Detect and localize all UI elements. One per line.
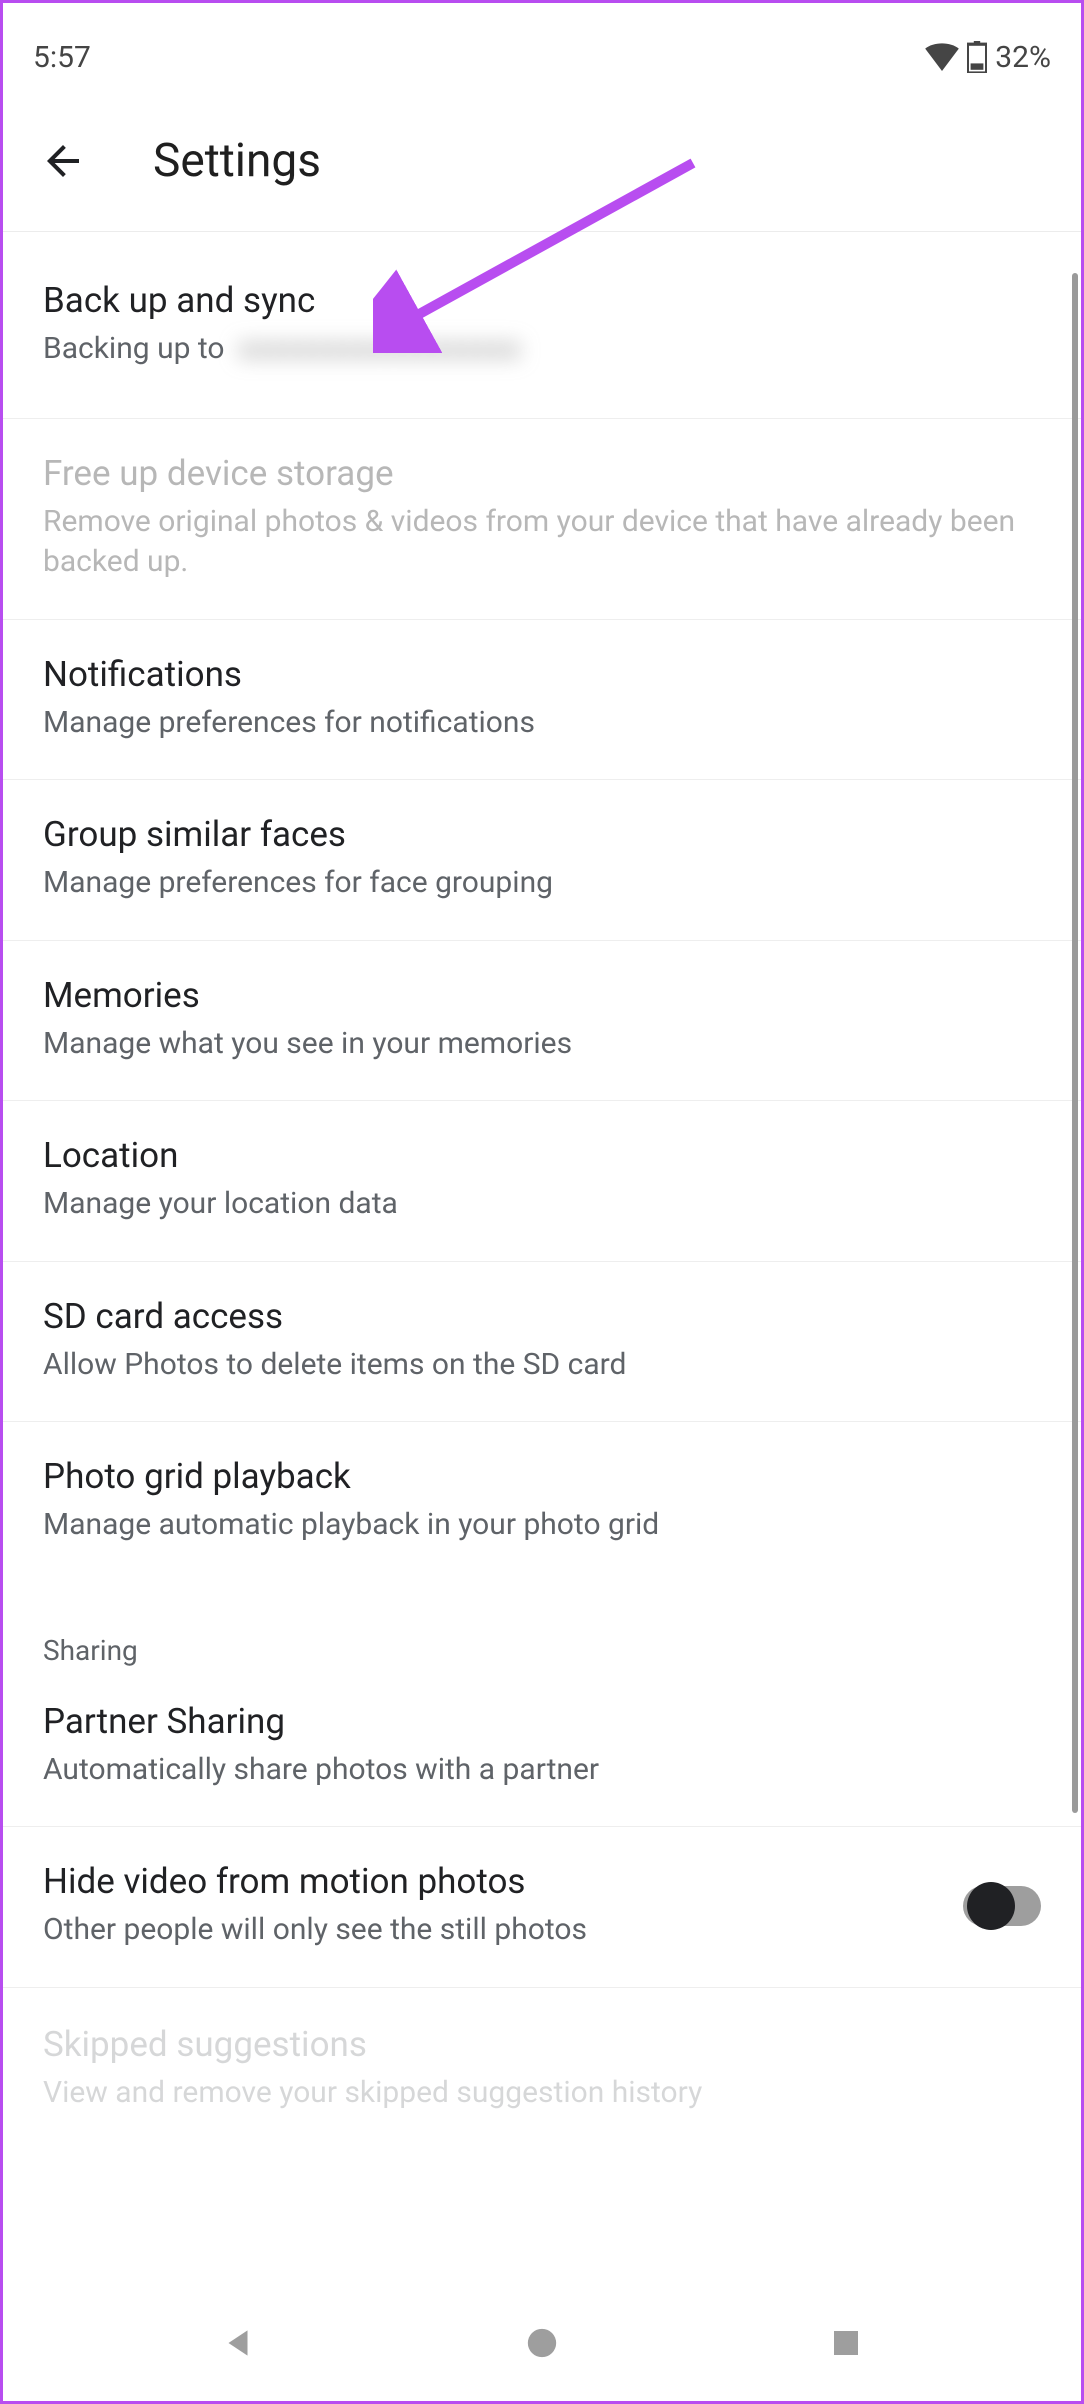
square-recents-icon — [830, 2327, 862, 2359]
circle-home-icon — [525, 2326, 559, 2360]
notifications-title: Notifications — [43, 654, 1041, 695]
hide-video-sub: Other people will only see the still pho… — [43, 1910, 933, 1951]
status-time: 5:57 — [33, 40, 91, 75]
free-up-title: Free up device storage — [43, 453, 1041, 494]
account-blurred: xxxxxxxxxxxxxxxxxxx — [238, 329, 521, 370]
partner-title: Partner Sharing — [43, 1701, 1041, 1742]
app-bar: Settings — [3, 113, 1081, 232]
notifications-item[interactable]: Notifications Manage preferences for not… — [3, 620, 1081, 781]
memories-item[interactable]: Memories Manage what you see in your mem… — [3, 941, 1081, 1102]
backup-title: Back up and sync — [43, 280, 1041, 321]
hide-video-title: Hide video from motion photos — [43, 1861, 933, 1902]
status-bar: 5:57 32% — [3, 3, 1081, 93]
skipped-sub: View and remove your skipped suggestion … — [43, 2073, 1041, 2114]
memories-title: Memories — [43, 975, 1041, 1016]
back-button[interactable] — [33, 131, 93, 191]
free-up-storage-item[interactable]: Free up device storage Remove original p… — [3, 419, 1081, 620]
system-nav-bar — [6, 2288, 1078, 2398]
skipped-suggestions-item[interactable]: Skipped suggestions View and remove your… — [3, 1988, 1081, 2124]
playback-title: Photo grid playback — [43, 1456, 1041, 1497]
faces-title: Group similar faces — [43, 814, 1041, 855]
hide-video-toggle[interactable] — [963, 1886, 1041, 1926]
nav-back-button[interactable] — [213, 2318, 263, 2368]
triangle-back-icon — [219, 2324, 257, 2362]
scrollbar[interactable] — [1072, 273, 1078, 1813]
sd-title: SD card access — [43, 1296, 1041, 1337]
nav-recents-button[interactable] — [821, 2318, 871, 2368]
arrow-back-icon — [39, 137, 87, 185]
battery-icon — [967, 41, 987, 73]
faces-sub: Manage preferences for face grouping — [43, 863, 1041, 904]
photo-grid-playback-item[interactable]: Photo grid playback Manage automatic pla… — [3, 1422, 1081, 1582]
nav-home-button[interactable] — [517, 2318, 567, 2368]
playback-sub: Manage automatic playback in your photo … — [43, 1505, 1041, 1546]
notifications-sub: Manage preferences for notifications — [43, 703, 1041, 744]
sharing-section-header: Sharing — [3, 1582, 1081, 1667]
memories-sub: Manage what you see in your memories — [43, 1024, 1041, 1065]
location-title: Location — [43, 1135, 1041, 1176]
group-faces-item[interactable]: Group similar faces Manage preferences f… — [3, 780, 1081, 941]
partner-sharing-item[interactable]: Partner Sharing Automatically share phot… — [3, 1667, 1081, 1828]
settings-list: Back up and sync Backing up to xxxxxxxxx… — [3, 232, 1081, 2123]
partner-sub: Automatically share photos with a partne… — [43, 1750, 1041, 1791]
skipped-title: Skipped suggestions — [43, 2024, 1041, 2065]
hide-video-item[interactable]: Hide video from motion photos Other peop… — [3, 1827, 1081, 1988]
sd-card-item[interactable]: SD card access Allow Photos to delete it… — [3, 1262, 1081, 1423]
battery-percent: 32% — [995, 40, 1051, 75]
free-up-sub: Remove original photos & videos from you… — [43, 502, 1041, 583]
backup-sub: Backing up to xxxxxxxxxxxxxxxxxxx — [43, 329, 1041, 370]
backup-sync-item[interactable]: Back up and sync Backing up to xxxxxxxxx… — [3, 232, 1081, 419]
page-title: Settings — [153, 134, 321, 188]
wifi-icon — [925, 43, 959, 71]
location-item[interactable]: Location Manage your location data — [3, 1101, 1081, 1262]
location-sub: Manage your location data — [43, 1184, 1041, 1225]
sd-sub: Allow Photos to delete items on the SD c… — [43, 1345, 1041, 1386]
